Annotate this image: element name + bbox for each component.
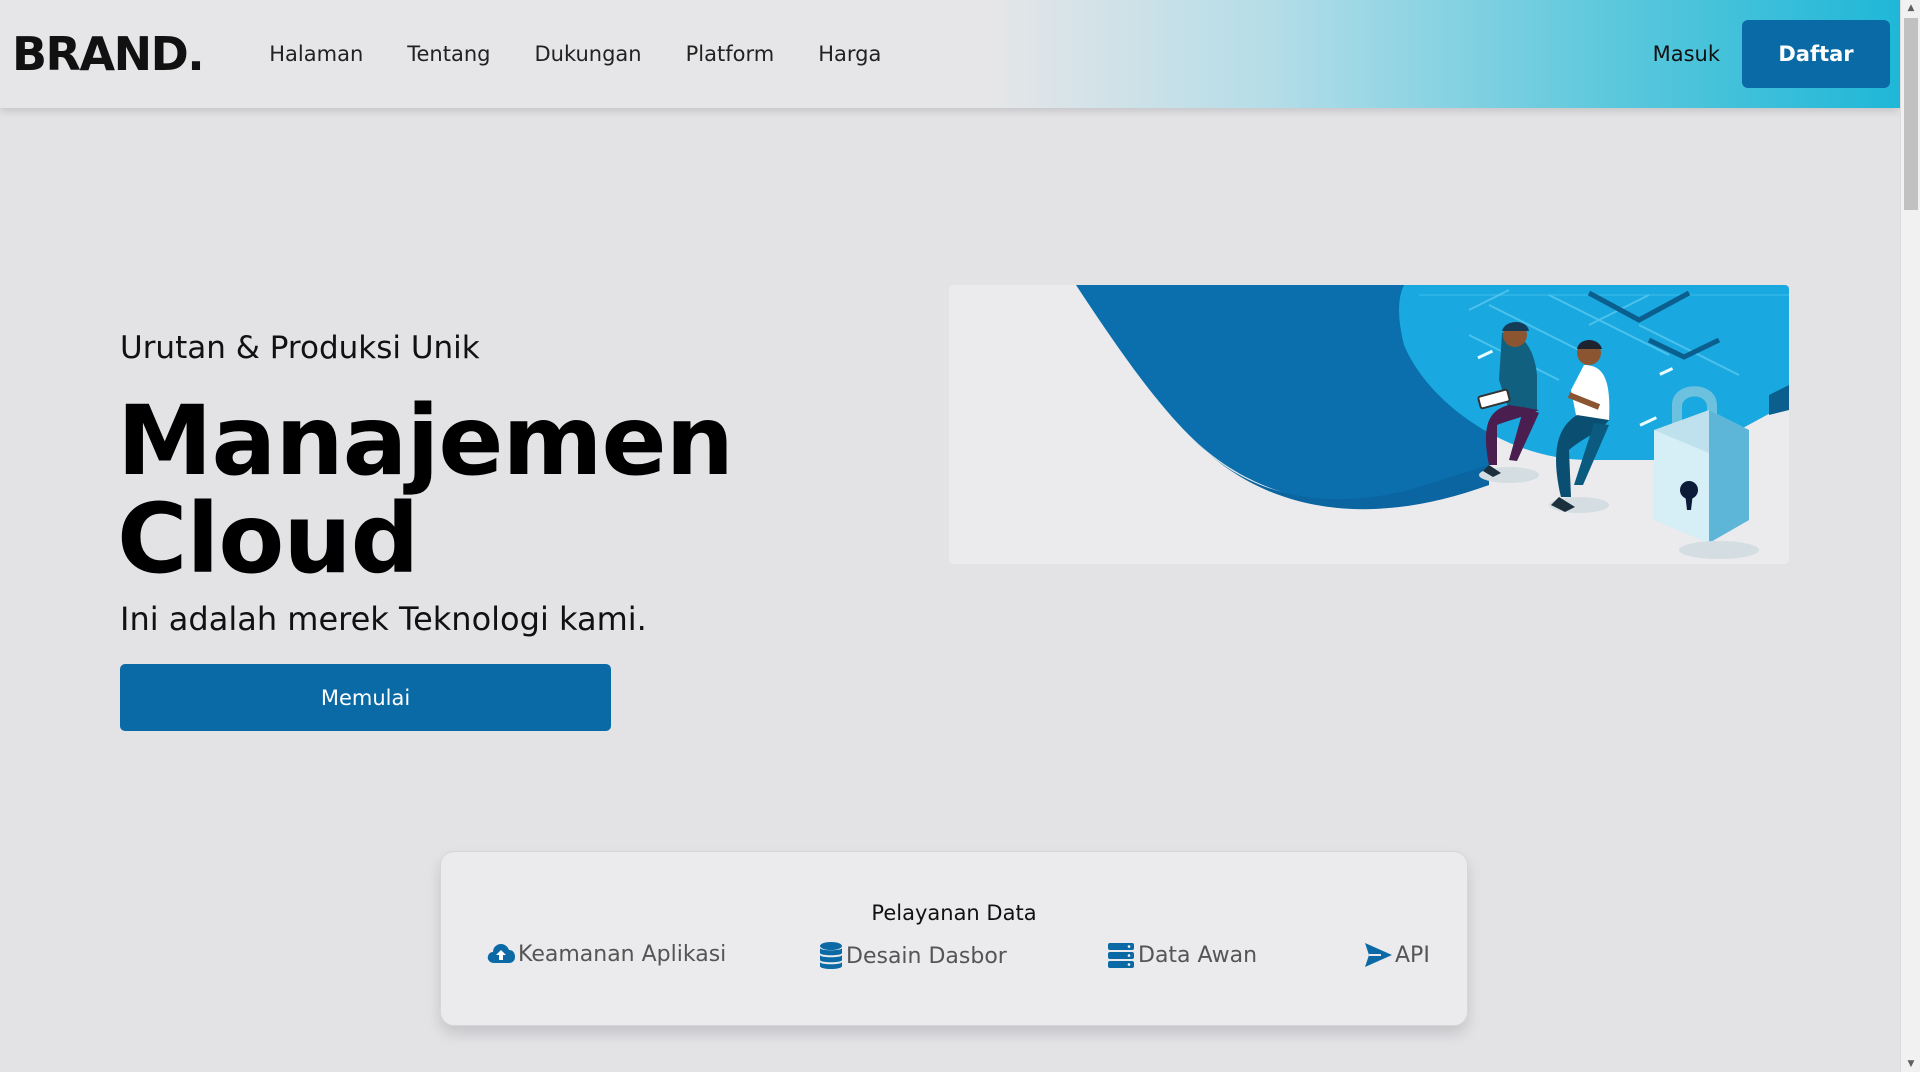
scroll-down-arrow-icon[interactable]: ▼ <box>1901 1056 1920 1072</box>
nav-link-platform[interactable]: Platform <box>664 42 797 66</box>
get-started-button[interactable]: Memulai <box>120 664 611 731</box>
paper-plane-icon <box>1365 943 1392 967</box>
hero-description: Ini adalah merek Teknologi kami. <box>120 600 647 638</box>
service-keamanan-aplikasi[interactable]: Keamanan Aplikasi <box>486 941 726 967</box>
services-title: Pelayanan Data <box>871 901 1037 925</box>
services-card: Pelayanan Data Keamanan Aplikasi Desain … <box>440 851 1468 1026</box>
cloud-upload-icon <box>487 944 515 963</box>
database-icon <box>820 942 842 969</box>
auth-actions: Masuk Daftar <box>1653 20 1890 88</box>
main-nav: Halaman Tentang Dukungan Platform Harga <box>247 42 903 66</box>
hero-title-line-1: Manajemen <box>117 385 734 497</box>
vertical-scrollbar[interactable]: ▲ ▼ <box>1900 0 1920 1072</box>
hero-title: Manajemen Cloud <box>117 385 734 595</box>
nav-link-harga[interactable]: Harga <box>796 42 903 66</box>
hero-subtitle: Urutan & Produksi Unik <box>120 330 480 366</box>
service-label: API <box>1395 942 1430 968</box>
scroll-up-arrow-icon[interactable]: ▲ <box>1901 0 1920 16</box>
hero-title-line-2: Cloud <box>117 483 419 595</box>
nav-link-dukungan[interactable]: Dukungan <box>512 42 663 66</box>
service-desain-dasbor[interactable]: Desain Dasbor <box>818 941 1007 971</box>
nav-link-tentang[interactable]: Tentang <box>385 42 512 66</box>
hero-illustration <box>949 285 1789 564</box>
service-label: Data Awan <box>1138 942 1258 968</box>
server-icon <box>1108 943 1134 968</box>
service-label: Keamanan Aplikasi <box>518 941 727 967</box>
login-link[interactable]: Masuk <box>1653 42 1720 66</box>
scroll-thumb[interactable] <box>1904 18 1918 210</box>
service-data-awan[interactable]: Data Awan <box>1106 941 1257 969</box>
cloud-security-illustration <box>949 285 1789 564</box>
signup-button[interactable]: Daftar <box>1742 20 1890 88</box>
nav-link-halaman[interactable]: Halaman <box>247 42 385 66</box>
service-label: Desain Dasbor <box>846 943 1007 969</box>
brand-logo[interactable]: BRAND. <box>12 27 205 81</box>
top-navbar: BRAND. Halaman Tentang Dukungan Platform… <box>0 0 1900 108</box>
service-api[interactable]: API <box>1363 941 1430 969</box>
